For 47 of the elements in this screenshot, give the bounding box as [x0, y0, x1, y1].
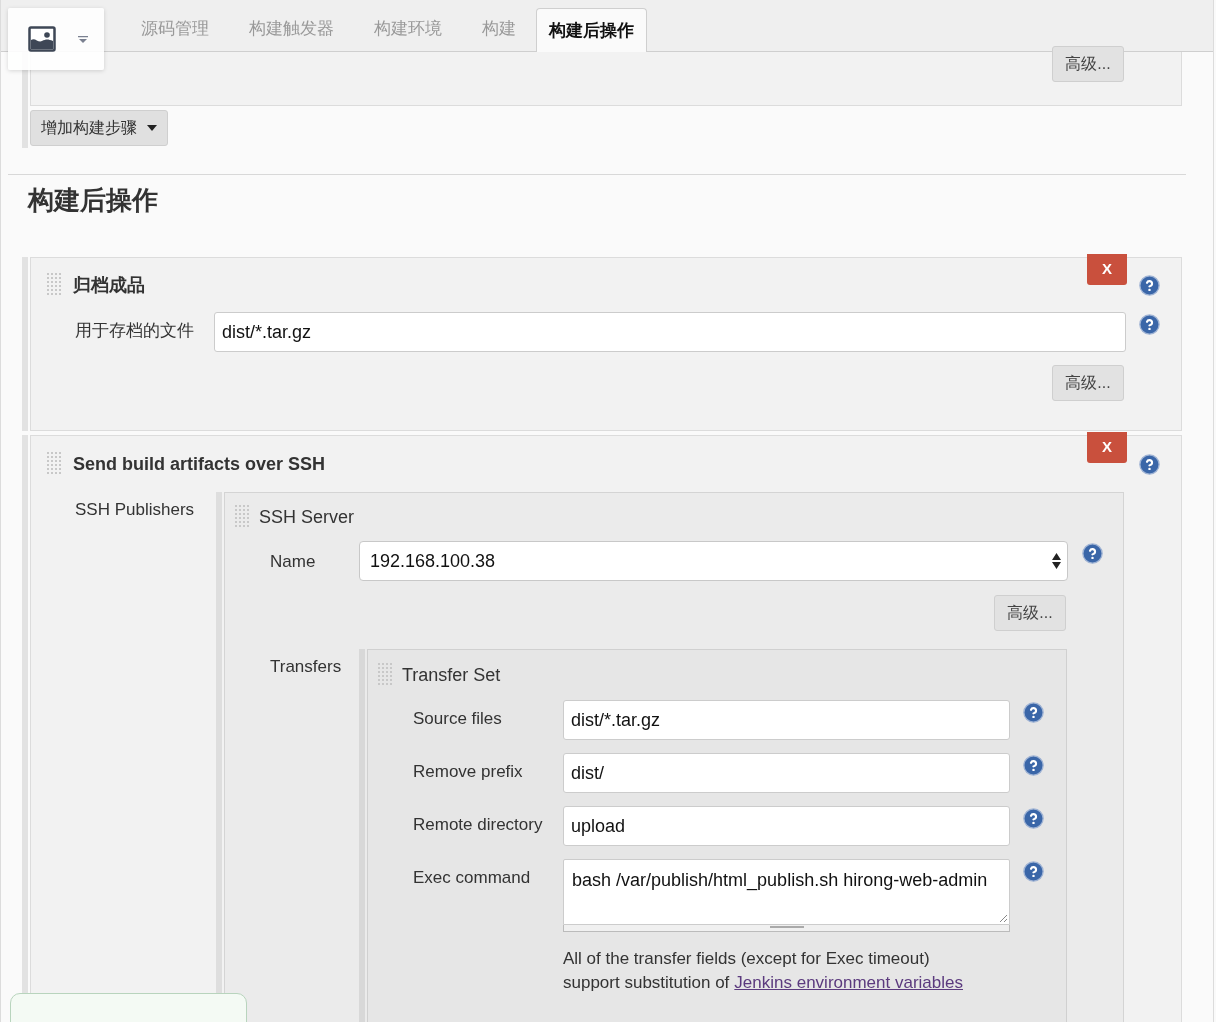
drag-handle-icon[interactable]	[235, 505, 251, 529]
subsection-title: SSH Server	[259, 505, 355, 529]
field-label: Exec command	[413, 867, 532, 889]
help-icon[interactable]	[1082, 543, 1103, 564]
select-arrows-icon	[1052, 553, 1061, 569]
input-field[interactable]: dist/	[563, 753, 1010, 793]
help-icon[interactable]	[1023, 861, 1044, 882]
add-step-button[interactable]: 增加构建步骤	[30, 110, 168, 146]
input-field[interactable]: dist/*.tar.gz	[563, 700, 1010, 740]
exec-command-textarea[interactable]: bash /var/publish/html_publish.sh hirong-web-admin	[563, 859, 1010, 925]
section-heading: 构建后操作	[28, 185, 159, 217]
help-icon[interactable]	[1139, 453, 1160, 475]
drag-handle-icon[interactable]	[47, 452, 63, 476]
subsection-title: Transfer Set	[402, 663, 501, 687]
resize-grip-icon[interactable]	[999, 914, 1007, 922]
field-label: Name	[270, 551, 317, 573]
section-title: Send build artifacts over SSH	[73, 452, 327, 476]
advanced-button[interactable]: 高级...	[1052, 365, 1124, 401]
help-text: support substitution of	[563, 972, 730, 994]
help-icon[interactable]	[1023, 808, 1044, 829]
field-label: 用于存档的文件	[75, 320, 195, 342]
advanced-button[interactable]: 高级...	[994, 595, 1066, 631]
input-field[interactable]: dist/*.tar.gz	[214, 312, 1126, 352]
delete-button[interactable]: X	[1087, 254, 1127, 285]
help-icon[interactable]	[1023, 702, 1044, 723]
help-icon[interactable]	[1139, 274, 1160, 296]
field-label: Remove prefix	[413, 761, 524, 783]
drag-handle-icon[interactable]	[378, 663, 394, 687]
tab[interactable]: 构建后操作	[536, 8, 647, 52]
help-icon[interactable]	[1139, 314, 1160, 335]
field-label: Remote directory	[413, 814, 544, 836]
caret-icon	[78, 35, 88, 43]
server-select[interactable]: 192.168.100.38	[359, 541, 1068, 581]
delete-button[interactable]: X	[1087, 432, 1127, 463]
field-label: SSH Publishers	[75, 499, 196, 521]
field-label: Transfers	[270, 656, 343, 678]
drag-handle-icon[interactable]	[47, 273, 63, 297]
field-label: Source files	[413, 708, 503, 730]
caret-icon	[147, 125, 157, 131]
image-icon	[28, 26, 56, 52]
env-vars-link[interactable]: Jenkins environment variables	[734, 971, 963, 995]
input-field[interactable]: upload	[563, 806, 1010, 846]
advanced-button[interactable]: 高级...	[1052, 46, 1124, 82]
help-icon[interactable]	[1023, 755, 1044, 776]
image-widget[interactable]	[8, 8, 104, 70]
section-title: 归档成品	[73, 273, 146, 297]
help-text: All of the transfer fields (except for Exec timeout)	[563, 948, 931, 970]
